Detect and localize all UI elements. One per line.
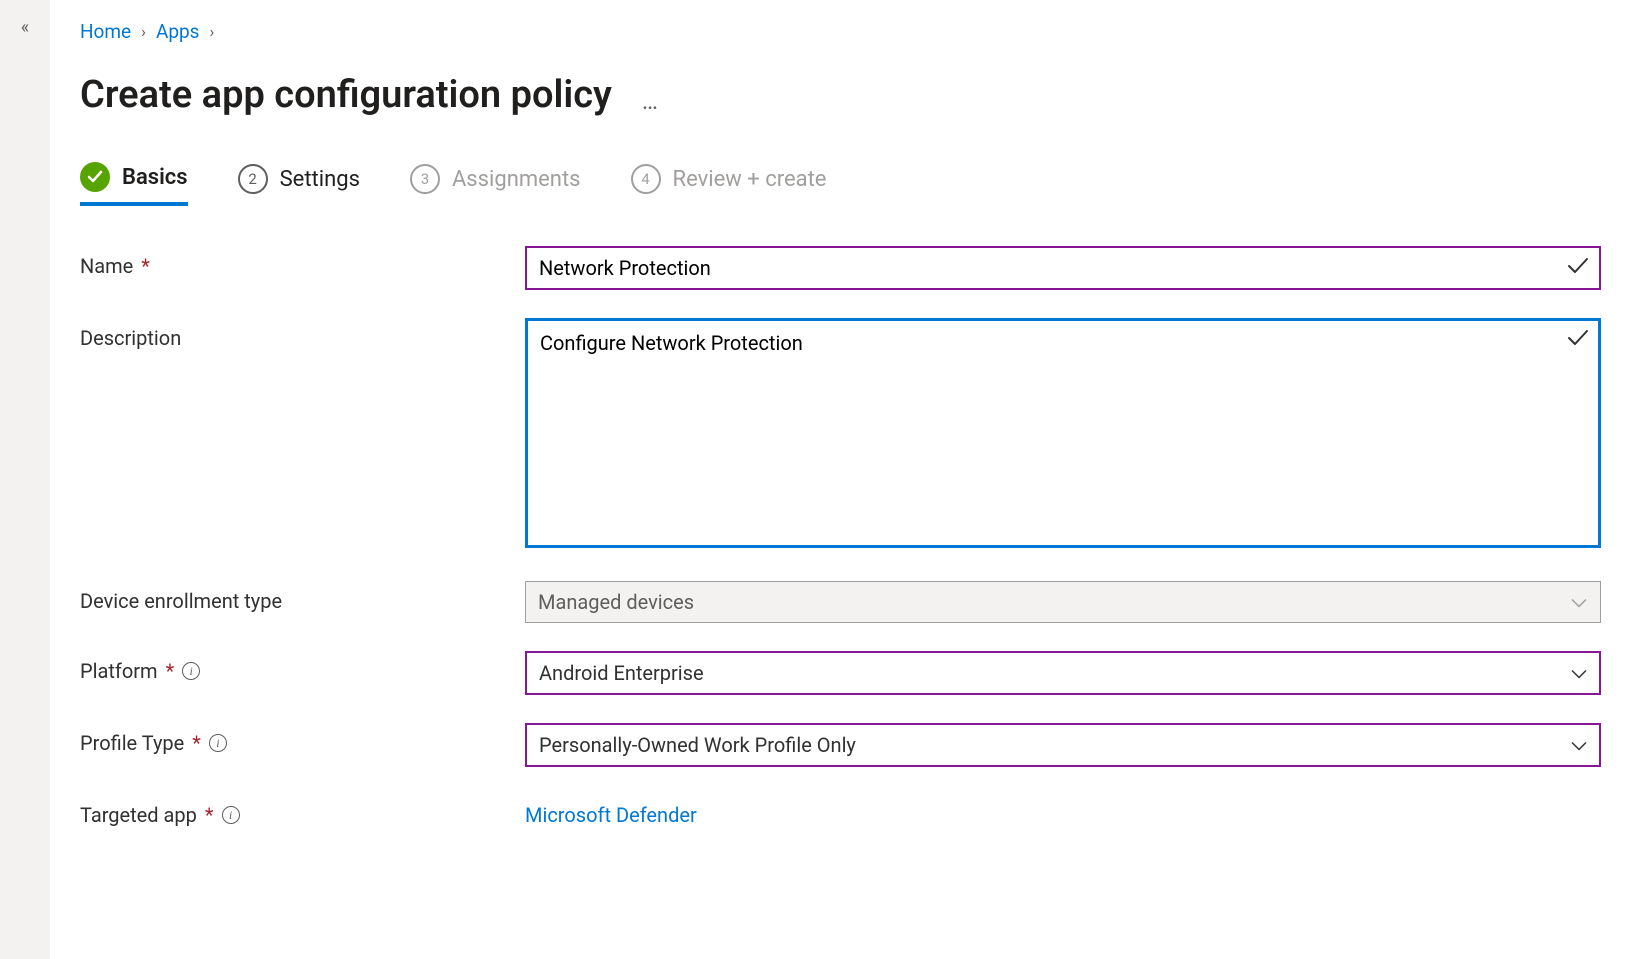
label-text: Description: [80, 326, 181, 350]
form-row-targeted-app: Targeted app * i Microsoft Defender: [80, 795, 1601, 827]
form-label-targeted-app: Targeted app * i: [80, 795, 525, 827]
required-asterisk: *: [205, 803, 214, 827]
label-text: Targeted app: [80, 803, 197, 827]
form-label-description: Description: [80, 318, 525, 350]
step-label: Assignments: [452, 167, 581, 192]
step-label: Settings: [280, 167, 360, 192]
form-label-name: Name *: [80, 246, 525, 278]
step-number-icon: 2: [238, 164, 268, 194]
targeted-app-link[interactable]: Microsoft Defender: [525, 795, 697, 827]
name-input[interactable]: [525, 246, 1601, 290]
label-text: Device enrollment type: [80, 589, 282, 613]
check-icon: [1567, 256, 1589, 281]
label-text: Platform: [80, 659, 158, 683]
step-label: Review + create: [673, 167, 827, 192]
breadcrumb: Home › Apps ›: [80, 20, 1601, 43]
sidebar-collapse-panel: «: [0, 0, 50, 959]
profile-type-select[interactable]: Personally-Owned Work Profile Only: [525, 723, 1601, 767]
step-basics[interactable]: Basics: [80, 162, 188, 206]
enrollment-type-select: Managed devices: [525, 581, 1601, 623]
step-settings[interactable]: 2 Settings: [238, 162, 360, 206]
info-icon[interactable]: i: [209, 734, 227, 752]
chevron-right-icon: ›: [210, 22, 215, 41]
step-review-create: 4 Review + create: [631, 162, 827, 206]
form-row-enrollment: Device enrollment type Managed devices: [80, 581, 1601, 623]
description-textarea[interactable]: [525, 318, 1601, 548]
breadcrumb-apps[interactable]: Apps: [156, 20, 200, 43]
form-row-platform: Platform * i Android Enterprise: [80, 651, 1601, 695]
breadcrumb-home[interactable]: Home: [80, 20, 131, 43]
info-icon[interactable]: i: [182, 662, 200, 680]
check-icon: [1567, 328, 1589, 353]
step-assignments: 3 Assignments: [410, 162, 581, 206]
form-row-profile-type: Profile Type * i Personally-Owned Work P…: [80, 723, 1601, 767]
platform-select[interactable]: Android Enterprise: [525, 651, 1601, 695]
chevron-right-icon: ›: [141, 22, 146, 41]
form-label-enrollment: Device enrollment type: [80, 581, 525, 613]
check-icon: [80, 162, 110, 192]
label-text: Profile Type: [80, 731, 184, 755]
main-content: Home › Apps › Create app configuration p…: [50, 0, 1641, 959]
required-asterisk: *: [141, 254, 150, 278]
more-actions-icon[interactable]: …: [642, 87, 660, 115]
page-title-row: Create app configuration policy …: [80, 73, 1601, 117]
form-label-profile-type: Profile Type * i: [80, 723, 525, 755]
required-asterisk: *: [192, 731, 201, 755]
form-row-name: Name *: [80, 246, 1601, 290]
info-icon[interactable]: i: [222, 806, 240, 824]
form-label-platform: Platform * i: [80, 651, 525, 683]
step-number-icon: 4: [631, 164, 661, 194]
page-title: Create app configuration policy: [80, 73, 612, 117]
wizard-steps: Basics 2 Settings 3 Assignments 4 Review…: [80, 162, 1601, 206]
collapse-toggle-icon[interactable]: «: [21, 17, 29, 38]
form-row-description: Description: [80, 318, 1601, 553]
label-text: Name: [80, 254, 133, 278]
step-label: Basics: [122, 165, 188, 190]
required-asterisk: *: [166, 659, 175, 683]
step-number-icon: 3: [410, 164, 440, 194]
